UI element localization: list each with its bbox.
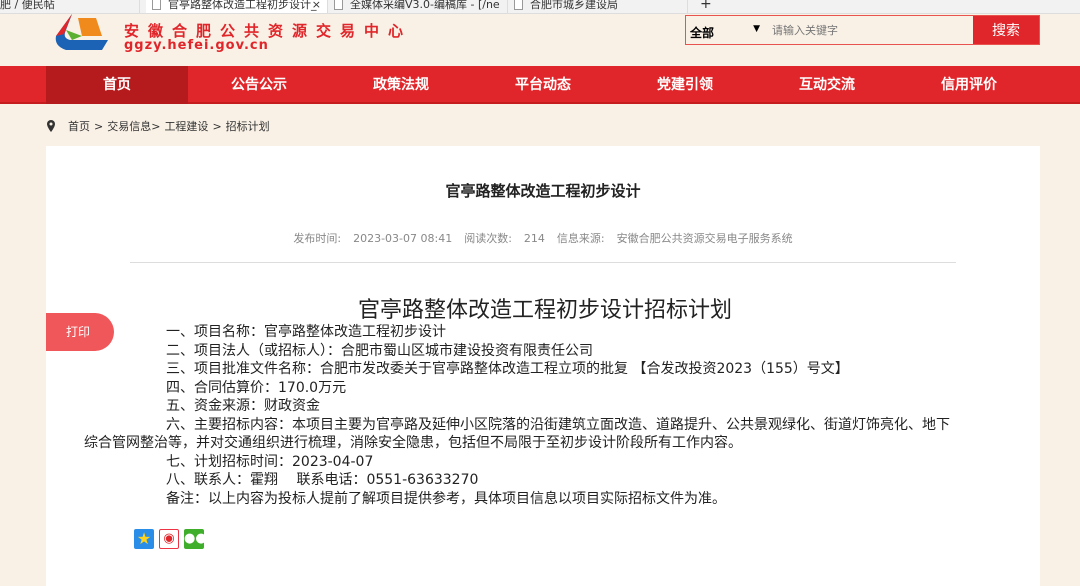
site-url: ggzy.hefei.gov.cn (124, 38, 269, 53)
site-logo[interactable] (52, 14, 110, 52)
browser-tab[interactable]: 合肥市城乡建设局 (508, 0, 688, 13)
document-icon (152, 0, 161, 10)
read-count: 214 (523, 232, 545, 245)
article-body: 官亭路整体改造工程初步设计招标计划 一、项目名称：官亭路整体改造工程初步设计 二… (84, 296, 960, 508)
document-icon (334, 0, 343, 10)
nav-platform-news[interactable]: 平台动态 (472, 66, 614, 104)
close-tab-icon[interactable]: × (312, 0, 321, 10)
document-icon (514, 0, 523, 10)
nav-policies[interactable]: 政策法规 (330, 66, 472, 104)
nav-interaction[interactable]: 互动交流 (756, 66, 898, 104)
location-pin-icon (47, 120, 55, 132)
print-button[interactable]: 打印 (46, 313, 114, 351)
breadcrumb-trade-info[interactable]: 交易信息> (107, 118, 160, 134)
breadcrumb: 首页 > 交易信息> 工程建设 > 招标计划 (46, 118, 270, 134)
search-scope-select[interactable]: 全部 ▼ (686, 16, 766, 44)
divider (130, 262, 956, 263)
nav-party-building[interactable]: 党建引领 (614, 66, 756, 104)
article-heading: 官亭路整体改造工程初步设计招标计划 (357, 298, 732, 323)
breadcrumb-bid-plan[interactable]: 招标计划 (226, 118, 270, 134)
article-meta: 发布时间: 2023-03-07 08:41 阅读次数: 214 信息来源: 安徽合肥公共… (293, 232, 793, 245)
search-bar: 全部▼ 搜索 (685, 15, 1040, 45)
breadcrumb-home[interactable]: 首页 (68, 118, 90, 134)
nav-announcements[interactable]: 公告公示 (188, 66, 330, 104)
dropdown-arrow-icon: ▼ (753, 24, 760, 34)
article-card: 官亭路整体改造工程初步设计 发布时间: 2023-03-07 08:41 阅读次数:… (46, 146, 1040, 586)
nav-credit[interactable]: 信用评价 (898, 66, 1040, 104)
qzone-icon[interactable]: ★ (134, 529, 154, 549)
browser-tab[interactable]: 全媒体采编V3.0-编稿库 - [/ne (328, 0, 508, 13)
search-input[interactable] (766, 16, 973, 44)
breadcrumb-engineering[interactable]: 工程建设 (164, 118, 208, 134)
nav-home[interactable]: 首页 (46, 66, 188, 104)
info-source: 安徽合肥公共资源交易电子服务系统 (616, 232, 793, 245)
browser-tab-bar: 肥 / 便民帖 官亭路整体改造工程初步设计_ × 全媒体采编V3.0-编稿库 - … (0, 0, 1080, 14)
site-header: 安徽合肥公共资源交易中心 ggzy.hefei.gov.cn 全部▼ 搜索 (0, 14, 1080, 66)
new-tab-button[interactable]: + (690, 0, 720, 13)
main-nav: 首页 公告公示 政策法规 平台动态 党建引领 互动交流 信用评价 (0, 66, 1080, 104)
browser-tab[interactable]: 肥 / 便民帖 (0, 0, 140, 13)
search-button[interactable]: 搜索 (973, 16, 1039, 44)
browser-tab-active[interactable]: 官亭路整体改造工程初步设计_ × (146, 0, 328, 13)
wechat-icon[interactable]: ●● (184, 529, 207, 549)
share-bar: ★ ◉ ●● (134, 529, 207, 549)
weibo-icon[interactable]: ◉ (159, 529, 179, 549)
article-title: 官亭路整体改造工程初步设计 (445, 182, 641, 200)
publish-time: 2023-03-07 08:41 (353, 232, 453, 245)
